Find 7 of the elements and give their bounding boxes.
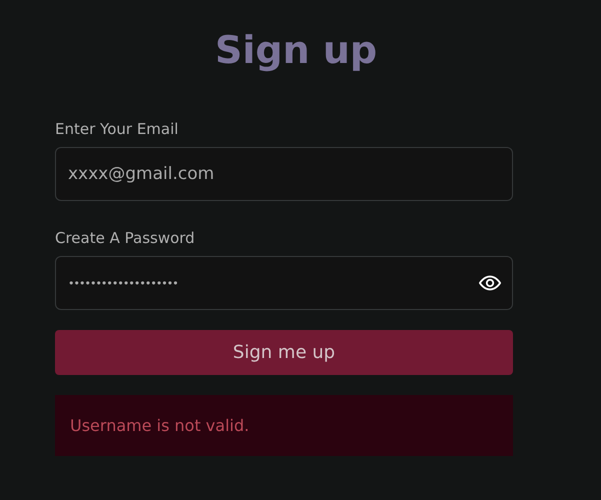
sign-up-button[interactable]: Sign me up xyxy=(55,330,513,375)
password-field[interactable]: •••••••••••••••••••• xyxy=(55,256,513,310)
page-title: Sign up xyxy=(215,27,378,74)
email-field[interactable]: xxxx@gmail.com xyxy=(55,147,513,201)
field-label: Create A Password xyxy=(55,229,196,247)
field-label: Enter Your Email xyxy=(55,120,180,138)
error-message: Username is not valid. xyxy=(55,395,513,456)
